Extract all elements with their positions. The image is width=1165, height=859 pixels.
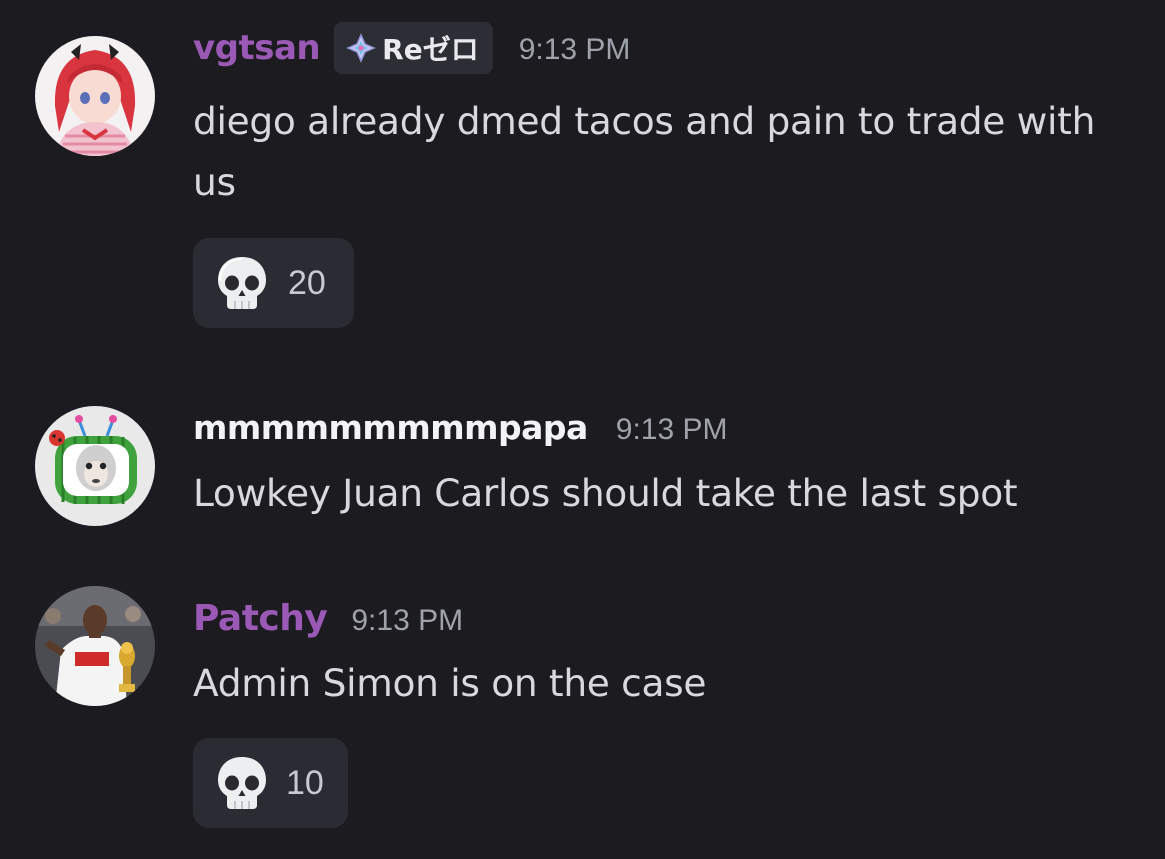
message-header: mmmmmmmmmpapa 9:13 PM <box>193 408 728 447</box>
skull-emoji <box>218 757 266 809</box>
reaction-count: 20 <box>288 263 326 302</box>
tag-label: Reゼロ <box>382 33 479 66</box>
reaction-count: 10 <box>286 763 324 802</box>
timestamp[interactable]: 9:13 PM <box>616 413 728 447</box>
message-vgtsan: vgtsan Reゼロ 9:13 PM diego already dmed t… <box>0 0 1165 340</box>
basketball-player-trophy-avatar-icon <box>35 586 155 706</box>
username[interactable]: Patchy <box>193 598 328 639</box>
timestamp[interactable]: 9:13 PM <box>519 33 631 67</box>
message-header: vgtsan Reゼロ 9:13 PM <box>193 22 631 80</box>
avatar[interactable] <box>35 586 155 706</box>
message-text: Lowkey Juan Carlos should take the last … <box>193 471 1018 515</box>
username[interactable]: vgtsan <box>193 28 321 68</box>
message-header: Patchy 9:13 PM <box>193 598 463 639</box>
avatar[interactable] <box>35 406 155 526</box>
monkey-tv-avatar-icon <box>35 406 155 526</box>
diamond-sparkle-icon <box>346 33 376 63</box>
username[interactable]: mmmmmmmmmpapa <box>193 408 588 447</box>
message-text: Admin Simon is on the case <box>193 661 707 705</box>
timestamp[interactable]: 9:13 PM <box>351 604 463 638</box>
reaction-skull[interactable]: 20 <box>193 238 354 328</box>
message-text: diego already dmed tacos and pain to tra… <box>193 99 1096 204</box>
reaction-skull[interactable]: 10 <box>193 738 348 828</box>
message-patchy: Patchy 9:13 PM Admin Simon is on the cas… <box>0 570 1165 850</box>
skull-emoji <box>218 257 266 309</box>
message-mmmmmmmmmpapa: mmmmmmmmmpapa 9:13 PM Lowkey Juan Carlos… <box>0 380 1165 550</box>
avatar[interactable] <box>35 36 155 156</box>
server-tag[interactable]: Reゼロ <box>334 22 493 74</box>
anime-girl-avatar-icon <box>35 36 155 156</box>
